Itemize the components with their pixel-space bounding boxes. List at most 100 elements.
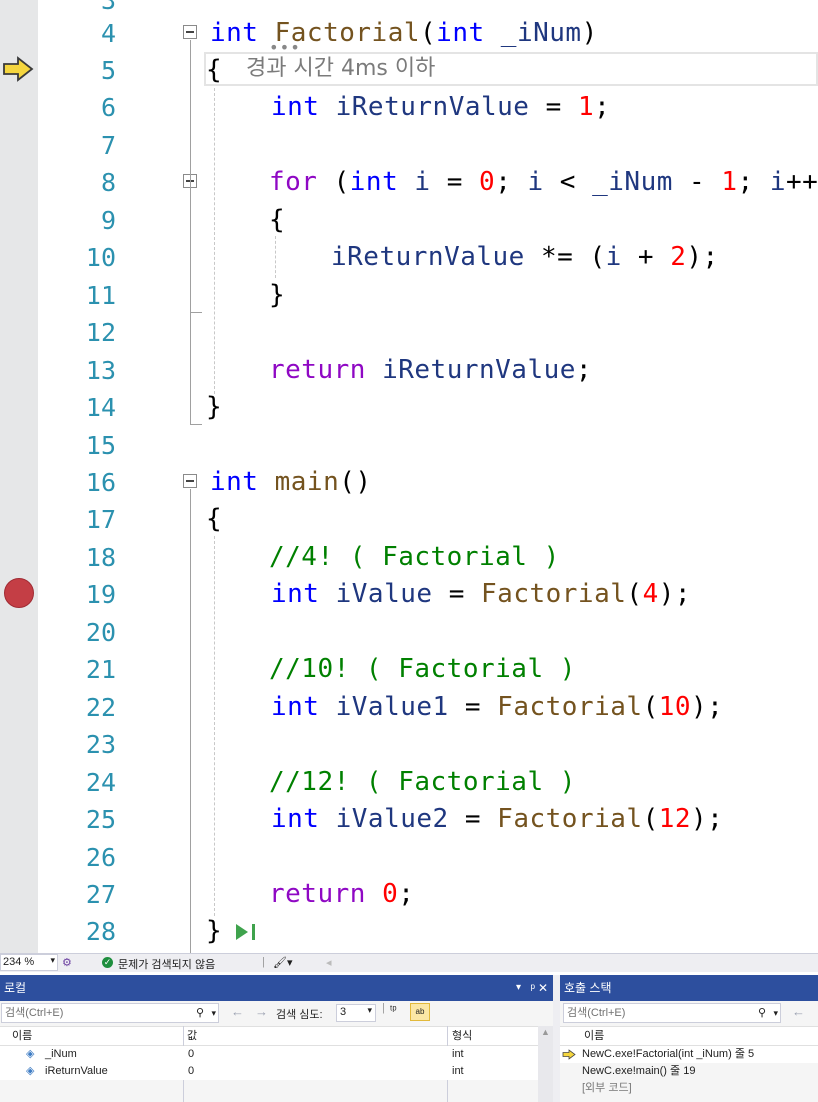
code-line-19[interactable]: int iValue = Factorial(4);	[271, 576, 691, 613]
column-header-value[interactable]: 값	[187, 1027, 197, 1045]
line-number: 14	[85, 393, 116, 422]
line-number: 15	[85, 431, 116, 460]
code-editor[interactable]: 3 4 5 6 7 8 9 10 11 12 13 14 15 16 17 18…	[0, 0, 818, 953]
hex-display-icon[interactable]: ab	[410, 1003, 430, 1021]
locals-title-bar[interactable]: 로컬 ▾ ᵖ ✕	[0, 975, 553, 1001]
code-line-14[interactable]: }	[206, 389, 222, 426]
search-depth-value: 3	[340, 1006, 347, 1018]
line-number: 16	[85, 468, 116, 497]
indent-guide	[214, 536, 215, 916]
line-number: 24	[85, 768, 116, 797]
search-depth-select[interactable]: 3 ▾	[336, 1004, 376, 1022]
code-line-4[interactable]: int Factorial(int _iNum)	[210, 15, 598, 52]
line-number: 27	[85, 880, 116, 909]
forward-arrow-icon[interactable]: →	[255, 1004, 268, 1019]
locals-header: 이름 값 형식	[0, 1026, 538, 1046]
collapse-toggle-icon[interactable]	[183, 25, 197, 39]
line-number: 13	[85, 356, 116, 385]
search-placeholder: 검색(Ctrl+E)	[567, 1007, 626, 1019]
locals-search-input[interactable]: 검색(Ctrl+E) ⚲ ▾	[1, 1003, 219, 1023]
line-number: 21	[85, 655, 116, 684]
code-line-6[interactable]: int iReturnValue = 1;	[271, 89, 610, 126]
outline-bar	[190, 189, 191, 312]
intellicode-icon[interactable]: ⚙	[62, 956, 72, 969]
stack-frame[interactable]: [외부 코드]	[560, 1080, 818, 1097]
stack-frame[interactable]: NewC.exe!main() 줄 19	[560, 1063, 818, 1080]
code-line-24[interactable]: //12! ( Factorial )	[269, 764, 576, 801]
column-header-type[interactable]: 형식	[452, 1027, 472, 1045]
line-number: 28	[85, 917, 116, 946]
current-statement-arrow-icon[interactable]	[2, 56, 34, 82]
code-line-5[interactable]: {	[206, 52, 222, 89]
line-number: 4	[100, 19, 116, 48]
chevron-down-icon: ▾	[367, 1005, 372, 1015]
divider: |	[382, 1002, 385, 1014]
editor-status-bar: 234 % ▾ ⚙ ✓ 문제가 검색되지 않음 | 🖌▾ ◂	[0, 953, 818, 972]
local-name: iReturnValue	[45, 1065, 108, 1077]
chevron-down-icon[interactable]: ▾	[773, 1004, 778, 1022]
panel-splitter[interactable]	[553, 975, 560, 1102]
code-line-21[interactable]: //10! ( Factorial )	[269, 651, 576, 688]
scroll-up-icon[interactable]: ▲	[541, 1027, 550, 1037]
code-line-17[interactable]: {	[206, 501, 222, 538]
callstack-panel: 검색(Ctrl+E) ⚲ ▾ ← 이름 NewC.exe!Factorial(i…	[560, 1001, 818, 1102]
local-name: _iNum	[45, 1048, 77, 1060]
perf-tip[interactable]: 경과 시간 4ms 이하	[246, 52, 435, 86]
code-line-22[interactable]: int iValue1 = Factorial(10);	[271, 689, 723, 726]
callstack-title: 호출 스택	[564, 981, 612, 995]
stack-frame[interactable]: NewC.exe!Factorial(int _iNum) 줄 5	[560, 1046, 818, 1063]
code-line-27[interactable]: return 0;	[269, 876, 414, 913]
local-type: int	[452, 1065, 464, 1077]
collapse-toggle-icon[interactable]	[183, 474, 197, 488]
column-header-name[interactable]: 이름	[12, 1027, 32, 1045]
chevron-down-icon: ▾	[50, 955, 55, 965]
vertical-scrollbar[interactable]: ▲	[538, 1026, 553, 1102]
chevron-down-icon[interactable]: ▾	[211, 1004, 216, 1022]
code-line-9[interactable]: {	[269, 202, 285, 239]
code-line-18[interactable]: //4! ( Factorial )	[269, 539, 560, 576]
dropdown-arrow-icon[interactable]: ▾	[516, 975, 521, 1001]
pin-filter-icon[interactable]: ᵗᵖ	[390, 1004, 397, 1016]
frame-name: NewC.exe!main() 줄 19	[582, 1065, 696, 1077]
line-number: 8	[100, 168, 116, 197]
local-type: int	[452, 1048, 464, 1060]
callstack-title-bar[interactable]: 호출 스택	[560, 975, 818, 1001]
search-icon[interactable]: ⚲	[758, 1004, 766, 1022]
variable-icon: ◈	[26, 1065, 35, 1077]
indicator-margin[interactable]	[0, 0, 38, 953]
brush-icon[interactable]: 🖌▾	[273, 956, 293, 969]
code-line-25[interactable]: int iValue2 = Factorial(12);	[271, 801, 723, 838]
local-value[interactable]: 0	[188, 1063, 194, 1080]
issues-status[interactable]: 문제가 검색되지 않음	[118, 956, 215, 972]
line-number: 7	[100, 131, 116, 160]
zoom-value: 234 %	[3, 956, 35, 968]
variable-icon: ◈	[26, 1048, 35, 1060]
line-number: 11	[85, 281, 116, 310]
code-line-16[interactable]: int main()	[210, 464, 372, 501]
code-line-11[interactable]: }	[269, 277, 285, 314]
local-value[interactable]: 0	[188, 1046, 194, 1063]
code-line-28[interactable]: }	[206, 913, 222, 950]
breakpoint-icon[interactable]	[4, 578, 34, 608]
back-arrow-icon[interactable]: ←	[792, 1004, 805, 1019]
code-line-8[interactable]: for (int i = 0; i < _iNum - 1; i++)	[269, 164, 818, 201]
line-number: 5	[100, 56, 116, 85]
callstack-search-input[interactable]: 검색(Ctrl+E) ⚲ ▾	[563, 1003, 781, 1023]
scroll-left-icon[interactable]: ◂	[326, 956, 332, 969]
table-row[interactable]: ◈ _iNum 0 int	[0, 1046, 538, 1063]
code-line-13[interactable]: return iReturnValue;	[269, 352, 592, 389]
pin-icon[interactable]: ᵖ	[530, 975, 535, 1001]
back-arrow-icon[interactable]: ←	[231, 1004, 244, 1019]
check-circle-icon: ✓	[102, 957, 113, 968]
line-number: 17	[85, 505, 116, 534]
zoom-dropdown[interactable]: 234 % ▾	[0, 954, 58, 971]
column-header-name[interactable]: 이름	[584, 1027, 604, 1045]
close-icon[interactable]: ✕	[538, 975, 548, 1001]
run-to-click-icon[interactable]	[234, 920, 260, 944]
line-number: 12	[85, 318, 116, 347]
current-frame-arrow-icon	[562, 1049, 576, 1060]
table-row[interactable]: ◈ iReturnValue 0 int	[0, 1063, 538, 1080]
code-line-10[interactable]: iReturnValue *= (i + 2);	[331, 239, 719, 276]
search-icon[interactable]: ⚲	[196, 1004, 204, 1022]
line-number: 19	[85, 580, 116, 609]
